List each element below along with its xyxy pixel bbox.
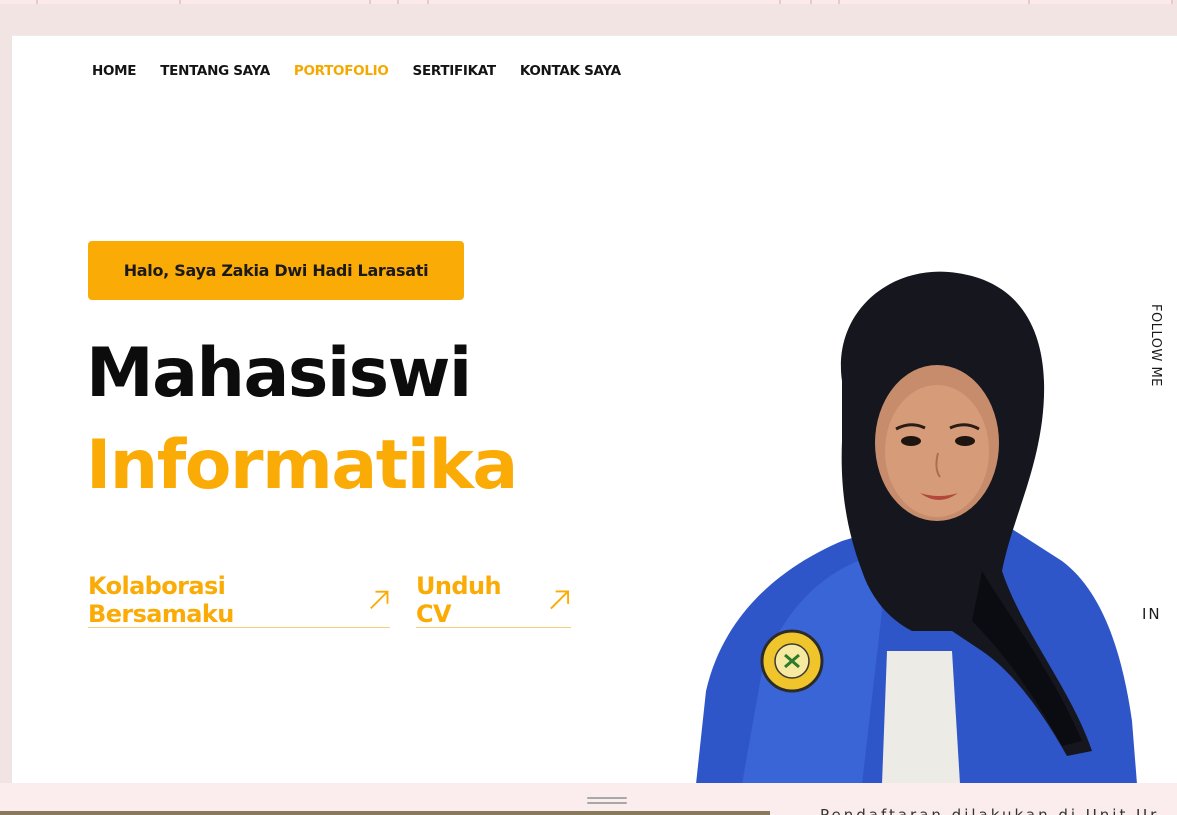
strip-segment: [181, 0, 371, 4]
hero-title-line2: Informatika: [86, 426, 518, 505]
arrow-up-right-icon: [550, 590, 570, 610]
nav-item-kontak-saya[interactable]: KONTAK SAYA: [520, 63, 621, 79]
arrow-up-right-icon: [369, 590, 389, 610]
strip-segment: [371, 0, 399, 4]
footer-snippet-text: Pendaftaran dilakukan di Unit Ur: [820, 806, 1160, 815]
nav-item-home[interactable]: HOME: [92, 63, 137, 79]
follow-me-label: FOLLOW ME: [1148, 304, 1163, 387]
linkedin-link[interactable]: IN: [1142, 605, 1162, 623]
greeting-text: Halo, Saya Zakia Dwi Hadi Larasati: [123, 261, 429, 280]
nav-item-sertifikat[interactable]: SERTIFIKAT: [413, 63, 497, 79]
resize-handle[interactable]: [587, 797, 627, 805]
hero-section: HOME TENTANG SAYA PORTOFOLIO SERTIFIKAT …: [11, 35, 1177, 783]
handle-line: [587, 797, 627, 799]
nav-item-tentang-saya[interactable]: TENTANG SAYA: [160, 63, 270, 79]
strip-segment: [1030, 0, 1173, 4]
greeting-badge: Halo, Saya Zakia Dwi Hadi Larasati: [88, 241, 464, 300]
download-cv-label: Unduh CV: [416, 572, 502, 628]
nav-item-portofolio[interactable]: PORTOFOLIO: [294, 63, 389, 79]
strip-segment: [812, 0, 840, 4]
strip-segment: [429, 0, 781, 4]
strip-segment: [38, 0, 181, 4]
collaborate-button[interactable]: Kolaborasi Bersamaku: [88, 572, 390, 628]
main-nav: HOME TENTANG SAYA PORTOFOLIO SERTIFIKAT …: [92, 63, 621, 79]
strip-segment: [781, 0, 812, 4]
browser-top-strip: [0, 0, 1177, 6]
download-cv-button[interactable]: Unduh CV: [416, 572, 571, 628]
bottom-image-edge: [0, 811, 770, 815]
strip-segment: [0, 0, 38, 4]
strip-segment: [840, 0, 1030, 4]
handle-line: [587, 802, 627, 804]
hero-title-line1: Mahasiswi: [86, 334, 472, 413]
strip-segment: [399, 0, 429, 4]
profile-photo: [696, 271, 1137, 783]
collaborate-label: Kolaborasi Bersamaku: [88, 572, 234, 628]
